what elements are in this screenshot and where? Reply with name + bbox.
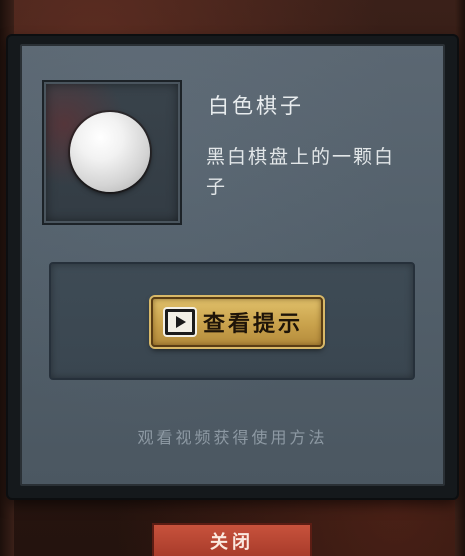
close-button[interactable]: 关闭 <box>152 523 312 556</box>
watch-video-footnote: 观看视频获得使用方法 <box>137 428 328 447</box>
view-hint-button[interactable]: 查看提示 <box>151 297 323 347</box>
item-name: 白色棋子 <box>208 94 304 118</box>
close-label: 关闭 <box>210 531 254 553</box>
game-scene: 白色棋子 黑白棋盘上的一颗白子 查看提示 观看视频获得使用方法 关闭 <box>0 0 465 556</box>
play-video-icon <box>165 309 195 335</box>
white-stone-icon <box>70 112 150 192</box>
view-hint-label: 查看提示 <box>203 311 304 337</box>
item-description: 黑白棋盘上的一颗白子 <box>206 146 396 198</box>
